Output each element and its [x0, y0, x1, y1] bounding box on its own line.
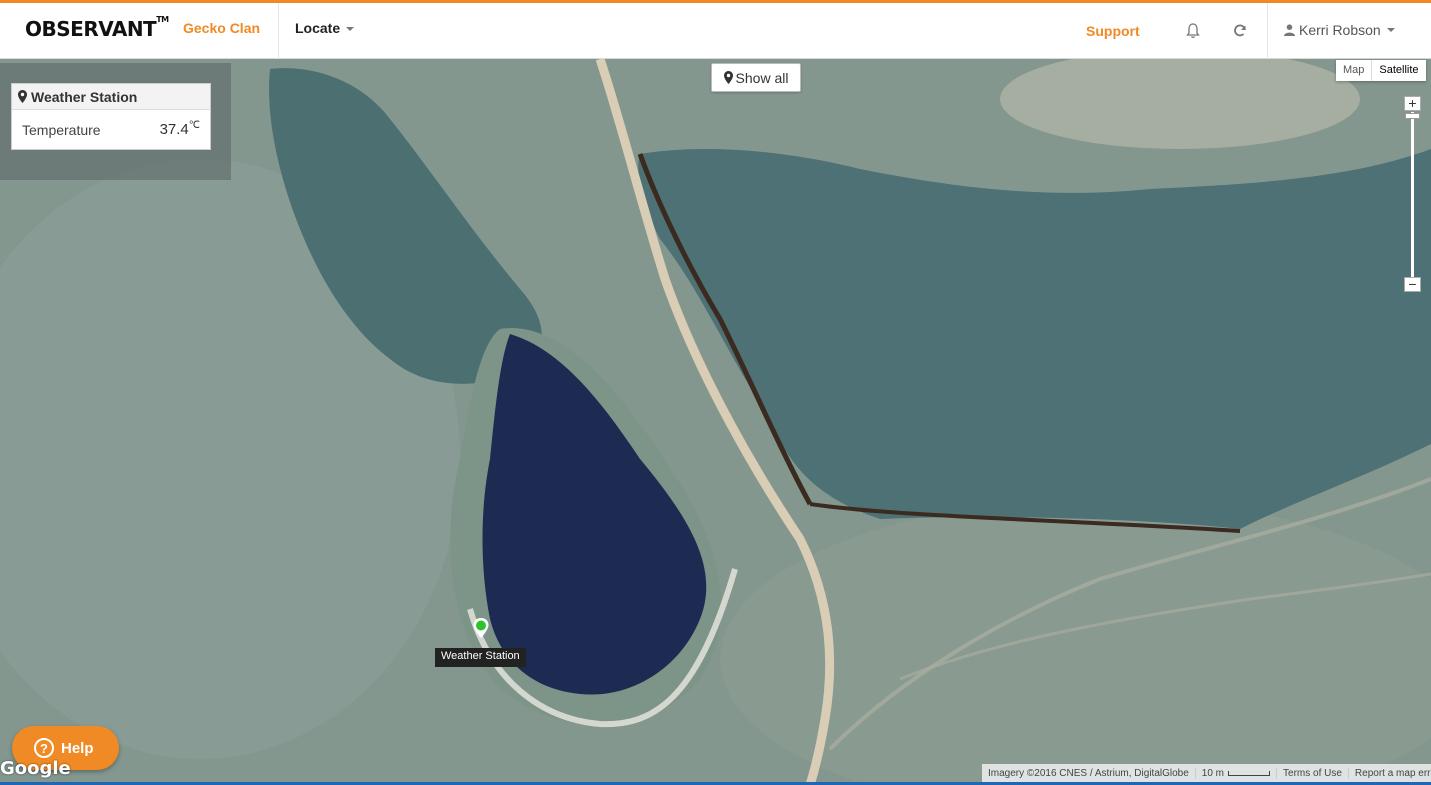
- support-link[interactable]: Support: [1086, 23, 1140, 39]
- refresh-icon[interactable]: [1232, 22, 1248, 40]
- temperature-value: 37.4℃: [159, 120, 200, 138]
- temperature-label: Temperature: [22, 122, 101, 138]
- observant-logo[interactable]: OBSERVANTTM: [25, 15, 169, 41]
- terms-link[interactable]: Terms of Use: [1277, 767, 1349, 779]
- user-name: Kerri Robson: [1299, 22, 1381, 38]
- show-all-label: Show all: [735, 69, 789, 86]
- zoom-out-button[interactable]: −: [1404, 277, 1421, 292]
- org-link[interactable]: Gecko Clan: [183, 20, 260, 36]
- weather-station-card[interactable]: Weather Station Temperature 37.4℃: [11, 83, 211, 150]
- help-label: Help: [61, 739, 94, 757]
- card-header: Weather Station: [12, 84, 210, 110]
- imagery-attribution: Imagery ©2016 CNES / Astrium, DigitalGlo…: [982, 767, 1196, 779]
- marker-label[interactable]: Weather Station: [435, 648, 526, 667]
- card-title: Weather Station: [31, 88, 138, 105]
- show-all-button[interactable]: Show all: [711, 63, 801, 92]
- nav-divider: [278, 3, 279, 59]
- map-pin-icon: [723, 71, 733, 84]
- bell-icon[interactable]: [1185, 22, 1201, 40]
- user-icon: [1284, 24, 1295, 36]
- map-type-map-button[interactable]: Map: [1336, 60, 1371, 81]
- report-error-link[interactable]: Report a map error: [1349, 768, 1431, 779]
- zoom-slider-track[interactable]: [1411, 112, 1414, 277]
- google-logo[interactable]: Google: [0, 758, 71, 779]
- temperature-row: Temperature 37.4℃: [12, 110, 210, 150]
- nav-divider: [1267, 3, 1268, 59]
- weather-station-marker[interactable]: [472, 617, 490, 639]
- caret-down-icon: [1386, 28, 1395, 32]
- zoom-in-button[interactable]: +: [1404, 96, 1421, 111]
- locate-menu[interactable]: Locate: [295, 20, 355, 36]
- zoom-slider-handle[interactable]: [1405, 113, 1420, 119]
- map-type-satellite-button[interactable]: Satellite: [1371, 60, 1425, 81]
- map-type-control: Map Satellite: [1336, 60, 1426, 81]
- scale-indicator[interactable]: 10 m: [1196, 767, 1278, 779]
- scale-bar: [1228, 770, 1271, 776]
- user-menu[interactable]: Kerri Robson: [1284, 22, 1395, 38]
- map-pin-icon: [18, 90, 27, 103]
- caret-down-icon: [346, 27, 355, 32]
- question-icon: ?: [34, 738, 54, 758]
- map-attribution-bar: Imagery ©2016 CNES / Astrium, DigitalGlo…: [982, 764, 1431, 782]
- top-navbar: OBSERVANTTM Gecko Clan Locate Support Ke…: [0, 0, 1431, 59]
